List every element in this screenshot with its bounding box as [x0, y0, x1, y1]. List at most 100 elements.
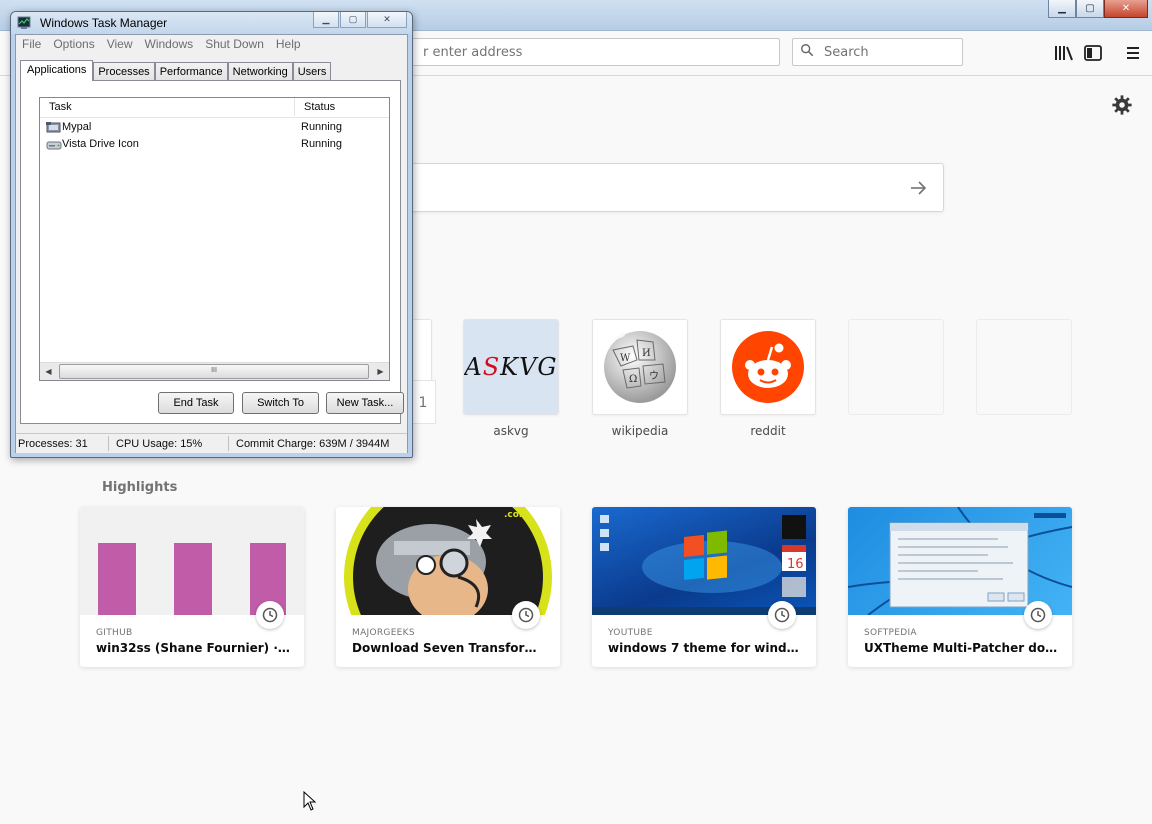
column-header-status[interactable]: Status [296, 98, 389, 116]
highlight-source: YOUTUBE [608, 628, 653, 638]
highlight-source: GITHUB [96, 628, 133, 638]
tab-strip: Applications Processes Performance Netwo… [20, 60, 332, 81]
menu-shut-down[interactable]: Shut Down [199, 35, 270, 53]
drive-icon [46, 141, 62, 150]
svg-text:16: 16 [787, 557, 804, 572]
menu-icon[interactable] [1122, 44, 1144, 62]
highlight-card[interactable]: 16 YOUTUBE windows 7 theme for windows x… [592, 507, 816, 667]
task-list[interactable]: Task Status Mypal Running Vista Drive Ic… [39, 97, 390, 381]
scroll-left-icon[interactable]: ◀ [40, 363, 57, 379]
svg-text:Ω: Ω [629, 374, 637, 385]
highlight-card[interactable]: .com MAJORGEEKS Download Seven Transform… [336, 507, 560, 667]
new-task-button[interactable]: New Task... [326, 392, 404, 414]
task-manager-title: Windows Task Manager [40, 16, 168, 30]
status-bar: Processes: 31 CPU Usage: 15% Commit Char… [16, 433, 407, 453]
reddit-logo-icon [732, 331, 804, 403]
wikipedia-globe-icon: W И Ω ウ [604, 331, 676, 403]
search-box[interactable]: Search [792, 38, 963, 66]
top-site-label-wikipedia: wikipedia [611, 424, 669, 438]
search-placeholder: Search [824, 45, 869, 60]
minimize-button[interactable]: ▁ [1048, 0, 1076, 18]
mouse-cursor-icon [303, 791, 317, 811]
svg-text:И: И [642, 348, 651, 359]
applications-page: Task Status Mypal Running Vista Drive Ic… [20, 80, 404, 424]
highlight-thumbnail: 16 [592, 507, 816, 615]
highlight-source: MAJORGEEKS [352, 628, 415, 638]
task-name: Mypal [62, 121, 92, 133]
maximize-button[interactable]: ▢ [340, 12, 366, 28]
tab-applications[interactable]: Applications [20, 60, 94, 81]
search-icon [801, 44, 814, 57]
clock-icon [1024, 601, 1052, 629]
task-name: Vista Drive Icon [62, 138, 139, 150]
highlight-card[interactable]: SOFTPEDIA UXTheme Multi-Patcher downlo..… [848, 507, 1072, 667]
highlight-card[interactable]: GITHUB win32ss (Shane Fournier) · GitHub [80, 507, 304, 667]
arrow-right-icon[interactable] [909, 179, 927, 197]
menu-windows[interactable]: Windows [139, 35, 200, 53]
close-button[interactable]: ✕ [367, 12, 407, 28]
highlights-heading: Highlights [102, 480, 178, 495]
status-commit-charge: Commit Charge: 639M / 3944M [236, 438, 390, 450]
library-icon[interactable] [1053, 44, 1075, 62]
top-site-empty[interactable] [976, 319, 1072, 415]
top-site-partial[interactable]: 1 [410, 380, 436, 424]
task-manager-client: File Options View Windows Shut Down Help… [15, 34, 408, 453]
page-search-box[interactable] [390, 163, 944, 212]
top-site-empty[interactable] [848, 319, 944, 415]
top-site-reddit[interactable] [720, 319, 816, 415]
address-bar[interactable]: r enter address [380, 38, 780, 66]
highlight-title: Download Seven Transformatio... [352, 641, 548, 655]
highlight-source: SOFTPEDIA [864, 628, 917, 638]
menu-options[interactable]: Options [47, 35, 100, 53]
task-manager-icon [17, 16, 31, 29]
svg-text:W: W [620, 353, 631, 364]
highlight-thumbnail [848, 507, 1072, 615]
svg-text:ウ: ウ [649, 370, 659, 382]
status-processes: Processes: 31 [18, 438, 88, 450]
top-site-label-askvg: askvg [493, 424, 529, 438]
task-status: Running [301, 121, 342, 133]
table-row[interactable]: Mypal Running [40, 119, 389, 136]
minimize-button[interactable]: ▁ [313, 12, 339, 28]
highlight-title: windows 7 theme for windows x... [608, 641, 804, 655]
highlight-title: UXTheme Multi-Patcher downlo... [864, 641, 1060, 655]
task-status: Running [301, 138, 342, 150]
top-site-askvg[interactable]: A S KVG [463, 319, 559, 415]
tab-processes[interactable]: Processes [93, 62, 155, 81]
switch-to-button[interactable]: Switch To [242, 392, 319, 414]
highlight-title: win32ss (Shane Fournier) · GitHub [96, 641, 292, 655]
end-task-button[interactable]: End Task [158, 392, 234, 414]
sidebar-icon[interactable] [1083, 44, 1105, 62]
menu-bar: File Options View Windows Shut Down Help [16, 35, 407, 53]
menu-view[interactable]: View [101, 35, 139, 53]
clock-icon [768, 601, 796, 629]
gear-icon[interactable] [1111, 94, 1133, 116]
menu-help[interactable]: Help [270, 35, 307, 53]
tab-networking[interactable]: Networking [227, 62, 293, 81]
browser-window-controls: ▁ ▢ ✕ [1048, 0, 1148, 18]
task-manager-window-controls: ▁ ▢ ✕ [313, 12, 407, 28]
address-placeholder: r enter address [423, 45, 523, 60]
highlight-thumbnail [80, 507, 304, 615]
app-icon [46, 122, 61, 133]
status-cpu-usage: CPU Usage: 15% [116, 438, 203, 450]
column-header-task[interactable]: Task [40, 98, 295, 116]
close-button[interactable]: ✕ [1104, 0, 1148, 18]
maximize-button[interactable]: ▢ [1076, 0, 1104, 18]
top-site-wikipedia[interactable]: WИ Ω ウ [592, 319, 688, 415]
scroll-right-icon[interactable]: ▶ [372, 363, 389, 379]
clock-icon [256, 601, 284, 629]
top-site-label-reddit: reddit [750, 424, 786, 438]
tab-performance[interactable]: Performance [154, 62, 228, 81]
askvg-logo: A S KVG [464, 320, 558, 414]
scrollbar-thumb[interactable]: III [59, 364, 369, 379]
task-manager-titlebar[interactable]: Windows Task Manager ▁ ▢ ✕ [11, 12, 412, 34]
list-header: Task Status [40, 98, 389, 118]
clock-icon [512, 601, 540, 629]
menu-file[interactable]: File [16, 35, 47, 53]
task-manager-window: Windows Task Manager ▁ ▢ ✕ File Options … [10, 11, 413, 458]
horizontal-scrollbar[interactable]: ◀ III ▶ [40, 362, 389, 380]
tab-users[interactable]: Users [292, 62, 332, 81]
table-row[interactable]: Vista Drive Icon Running [40, 136, 389, 153]
highlight-thumbnail: .com [336, 507, 560, 615]
